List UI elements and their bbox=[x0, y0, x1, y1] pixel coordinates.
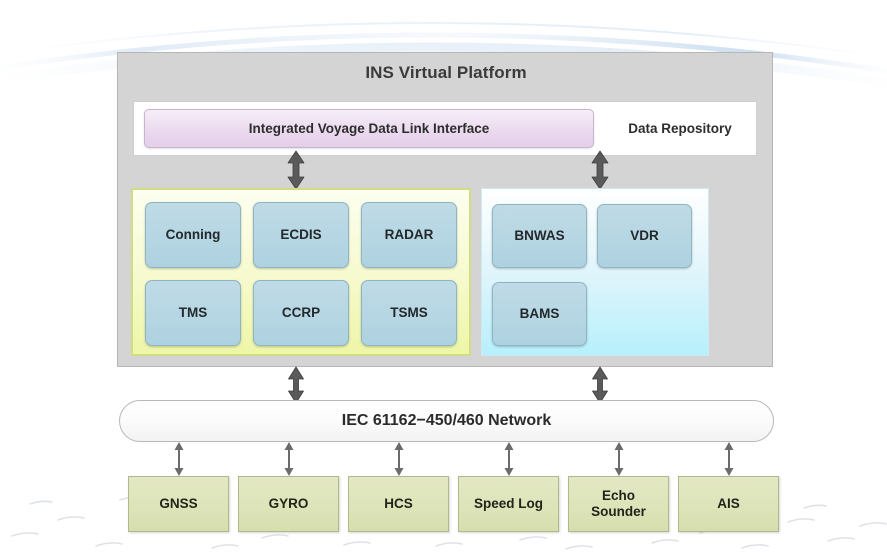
app-tile-radar[interactable]: RADAR bbox=[361, 202, 457, 268]
sensor-box-ais[interactable]: AIS bbox=[678, 476, 779, 532]
ins-platform-title: INS Virtual Platform bbox=[365, 63, 527, 82]
sensor-box-echo-sounder[interactable]: Echo Sounder bbox=[568, 476, 669, 532]
app-tile-ecdis[interactable]: ECDIS bbox=[253, 202, 349, 268]
diagram-canvas: INS Virtual Platform Integrated Voyage D… bbox=[0, 0, 887, 554]
data-repository-label: Data Repository bbox=[628, 121, 732, 136]
app-tile-tsms[interactable]: TSMS bbox=[361, 280, 457, 346]
connector-arrow-nav-group-to-network bbox=[288, 366, 304, 404]
connector-arrow-interface-to-aux-group bbox=[591, 150, 609, 190]
app-tile-ccrp[interactable]: CCRP bbox=[253, 280, 349, 346]
app-tile-tms[interactable]: TMS bbox=[145, 280, 241, 346]
iec-network-bar[interactable]: IEC 61162−450/460 Network bbox=[119, 400, 774, 442]
connector-arrow-network-to-echo-sounder bbox=[614, 442, 624, 476]
connector-arrow-network-to-gyro bbox=[284, 442, 294, 476]
connector-arrow-network-to-speed-log bbox=[504, 442, 514, 476]
integrated-voyage-data-link-interface-box[interactable]: Integrated Voyage Data Link Interface bbox=[144, 109, 594, 148]
sensor-box-gnss[interactable]: GNSS bbox=[128, 476, 229, 532]
connector-arrow-network-to-hcs bbox=[394, 442, 404, 476]
app-tile-bnwas[interactable]: BNWAS bbox=[492, 204, 587, 268]
connector-arrow-network-to-ais bbox=[724, 442, 734, 476]
connector-arrow-network-to-gnss bbox=[174, 442, 184, 476]
app-tile-conning[interactable]: Conning bbox=[145, 202, 241, 268]
data-repository-strip: Integrated Voyage Data Link Interface Da… bbox=[133, 101, 757, 156]
sensor-box-hcs[interactable]: HCS bbox=[348, 476, 449, 532]
app-tile-bams[interactable]: BAMS bbox=[492, 282, 587, 346]
connector-arrow-interface-to-nav-group bbox=[287, 150, 305, 190]
app-tile-vdr[interactable]: VDR bbox=[597, 204, 692, 268]
sensor-box-speed-log[interactable]: Speed Log bbox=[458, 476, 559, 532]
connector-arrow-aux-group-to-network bbox=[592, 366, 608, 404]
sensor-box-gyro[interactable]: GYRO bbox=[238, 476, 339, 532]
